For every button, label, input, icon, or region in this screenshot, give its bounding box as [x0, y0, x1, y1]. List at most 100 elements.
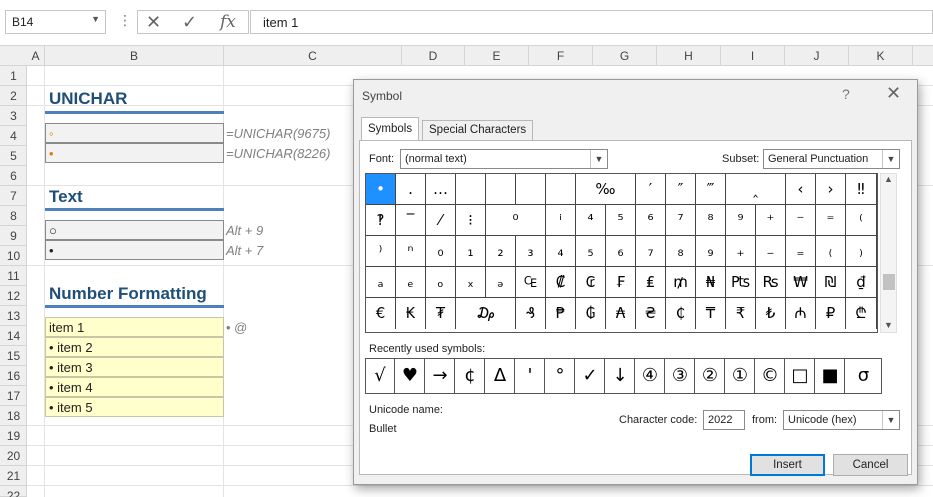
symbol-cell[interactable]: › [816, 174, 846, 205]
symbol-cell[interactable] [456, 174, 486, 205]
symbol-cell[interactable]: ⁸ [696, 205, 726, 236]
numfmt-cell-1[interactable]: item 1 [45, 317, 224, 337]
unichar-note-2[interactable]: =UNICHAR(8226) [226, 146, 330, 161]
row-header[interactable]: 5 [0, 146, 27, 166]
symbol-cell[interactable]: ₯ [456, 298, 516, 329]
scroll-down-icon[interactable]: ▼ [884, 320, 893, 330]
row-header[interactable]: 13 [0, 306, 27, 326]
symbol-cell[interactable]: ₵ [666, 298, 696, 329]
symbol-cell[interactable]: ₀ [426, 236, 456, 267]
symbol-cell[interactable]: ₾ [846, 298, 877, 329]
symbol-cell[interactable]: ₐ [366, 267, 396, 298]
symbol-cell[interactable]: ₄ [546, 236, 576, 267]
tab-symbols[interactable]: Symbols [361, 117, 420, 141]
symbol-cell[interactable]: ⁵ [606, 205, 636, 236]
symbol-cell[interactable]: ₊ [726, 236, 756, 267]
recent-symbol[interactable]: ① [726, 359, 755, 393]
col-header-f[interactable]: F [529, 46, 593, 66]
row-header[interactable]: 7 [0, 186, 27, 206]
symbol-cell[interactable]: ″ [666, 174, 696, 205]
recent-symbol[interactable]: ④ [636, 359, 665, 393]
chevron-down-icon[interactable]: ▼ [590, 150, 607, 168]
row-header[interactable]: 6 [0, 166, 27, 186]
symbol-cell[interactable]: ⁺ [756, 205, 786, 236]
text-heading[interactable]: Text [49, 187, 83, 207]
symbol-cell[interactable]: ₢ [576, 267, 606, 298]
symbol-cell[interactable]: ⁰ [486, 205, 546, 236]
symbol-cell[interactable]: ₥ [666, 267, 696, 298]
recent-symbol[interactable]: ■ [816, 359, 845, 393]
symbol-cell[interactable]: ‰ [576, 174, 636, 205]
symbol-cell[interactable]: ₌ [786, 236, 816, 267]
row-header[interactable]: 10 [0, 246, 27, 266]
symbol-cell[interactable]: ⁝ [456, 205, 486, 236]
numfmt-cell-4[interactable]: • item 4 [45, 377, 224, 397]
chevron-down-icon[interactable]: ▼ [882, 150, 899, 168]
insert-button[interactable]: Insert [750, 454, 825, 476]
recent-symbol[interactable]: ② [696, 359, 725, 393]
symbol-cell[interactable]: ₂ [486, 236, 516, 267]
symbol-cell[interactable]: ‽ [366, 205, 396, 236]
recent-symbol[interactable]: ° [546, 359, 575, 393]
from-select[interactable]: Unicode (hex) ▼ [783, 410, 900, 430]
symbol-cell[interactable]: ₰ [516, 298, 546, 329]
unichar-cell-2[interactable]: • [45, 143, 224, 163]
symbol-cell[interactable]: ⁻ [786, 205, 816, 236]
symbol-cell[interactable]: ₠ [516, 267, 546, 298]
symbol-cell[interactable]: ₆ [606, 236, 636, 267]
symbol-cell[interactable] [516, 174, 546, 205]
recent-symbol[interactable]: ↓ [606, 359, 635, 393]
symbol-cell[interactable]: ‼ [846, 174, 877, 205]
symbol-cell[interactable]: ₑ [396, 267, 426, 298]
symbol-cell[interactable]: ₔ [486, 267, 516, 298]
formula-input[interactable]: item 1 [250, 10, 933, 34]
symbol-cell[interactable]: ₉ [696, 236, 726, 267]
symbol-cell[interactable]: ‸ [726, 174, 786, 205]
symbol-cell[interactable]: ‾ [396, 205, 426, 236]
symbol-cell[interactable]: ₋ [756, 236, 786, 267]
symbol-cell[interactable]: ₎ [846, 236, 877, 267]
symbol-cell[interactable]: ₴ [636, 298, 666, 329]
symbol-cell[interactable]: ₹ [726, 298, 756, 329]
symbol-cell[interactable]: ₅ [576, 236, 606, 267]
numfmt-note[interactable]: • @ [226, 320, 247, 335]
recent-symbol[interactable]: © [756, 359, 785, 393]
symbol-cell[interactable]: ₧ [726, 267, 756, 298]
symbol-cell[interactable]: ₈ [666, 236, 696, 267]
col-header-c[interactable]: C [224, 46, 402, 66]
symbol-cell[interactable]: ₽ [816, 298, 846, 329]
symbol-cell[interactable]: ₤ [636, 267, 666, 298]
row-header[interactable]: 15 [0, 346, 27, 366]
symbol-cell[interactable]: • [366, 174, 396, 205]
row-header[interactable]: 8 [0, 206, 27, 226]
symbol-cell[interactable]: ₡ [546, 267, 576, 298]
symbol-cell[interactable]: ₁ [456, 236, 486, 267]
character-code-input[interactable]: 2022 [703, 410, 745, 430]
symbol-cell[interactable]: ⁴ [576, 205, 606, 236]
symbol-cell[interactable]: ₫ [846, 267, 877, 298]
row-header[interactable]: 17 [0, 386, 27, 406]
text-cell-1[interactable]: ○ [45, 220, 224, 240]
symbol-cell[interactable]: ⁽ [846, 205, 877, 236]
symbol-cell[interactable]: ₨ [756, 267, 786, 298]
symbol-cell[interactable]: ⁹ [726, 205, 756, 236]
row-header[interactable]: 12 [0, 286, 27, 306]
row-header[interactable]: 4 [0, 126, 27, 146]
symbol-cell[interactable]: ⁷ [666, 205, 696, 236]
symbol-cell[interactable]: ₇ [636, 236, 666, 267]
col-header-h[interactable]: H [657, 46, 721, 66]
symbol-cell[interactable]: ⁱ [546, 205, 576, 236]
name-box[interactable]: B14 ▼ [5, 10, 106, 34]
symbol-cell[interactable] [486, 174, 516, 205]
insert-function-icon[interactable]: fx [220, 12, 236, 32]
col-header-b[interactable]: B [45, 46, 224, 66]
row-header[interactable]: 3 [0, 106, 27, 126]
close-icon[interactable]: ✕ [886, 83, 901, 104]
row-header[interactable]: 16 [0, 366, 27, 386]
col-header-g[interactable]: G [593, 46, 657, 66]
col-header-i[interactable]: I [721, 46, 785, 66]
recent-symbol[interactable]: ✓ [576, 359, 605, 393]
symbol-cell[interactable]: ₺ [756, 298, 786, 329]
row-header[interactable]: 20 [0, 446, 27, 466]
recent-symbol[interactable]: ¢ [456, 359, 485, 393]
